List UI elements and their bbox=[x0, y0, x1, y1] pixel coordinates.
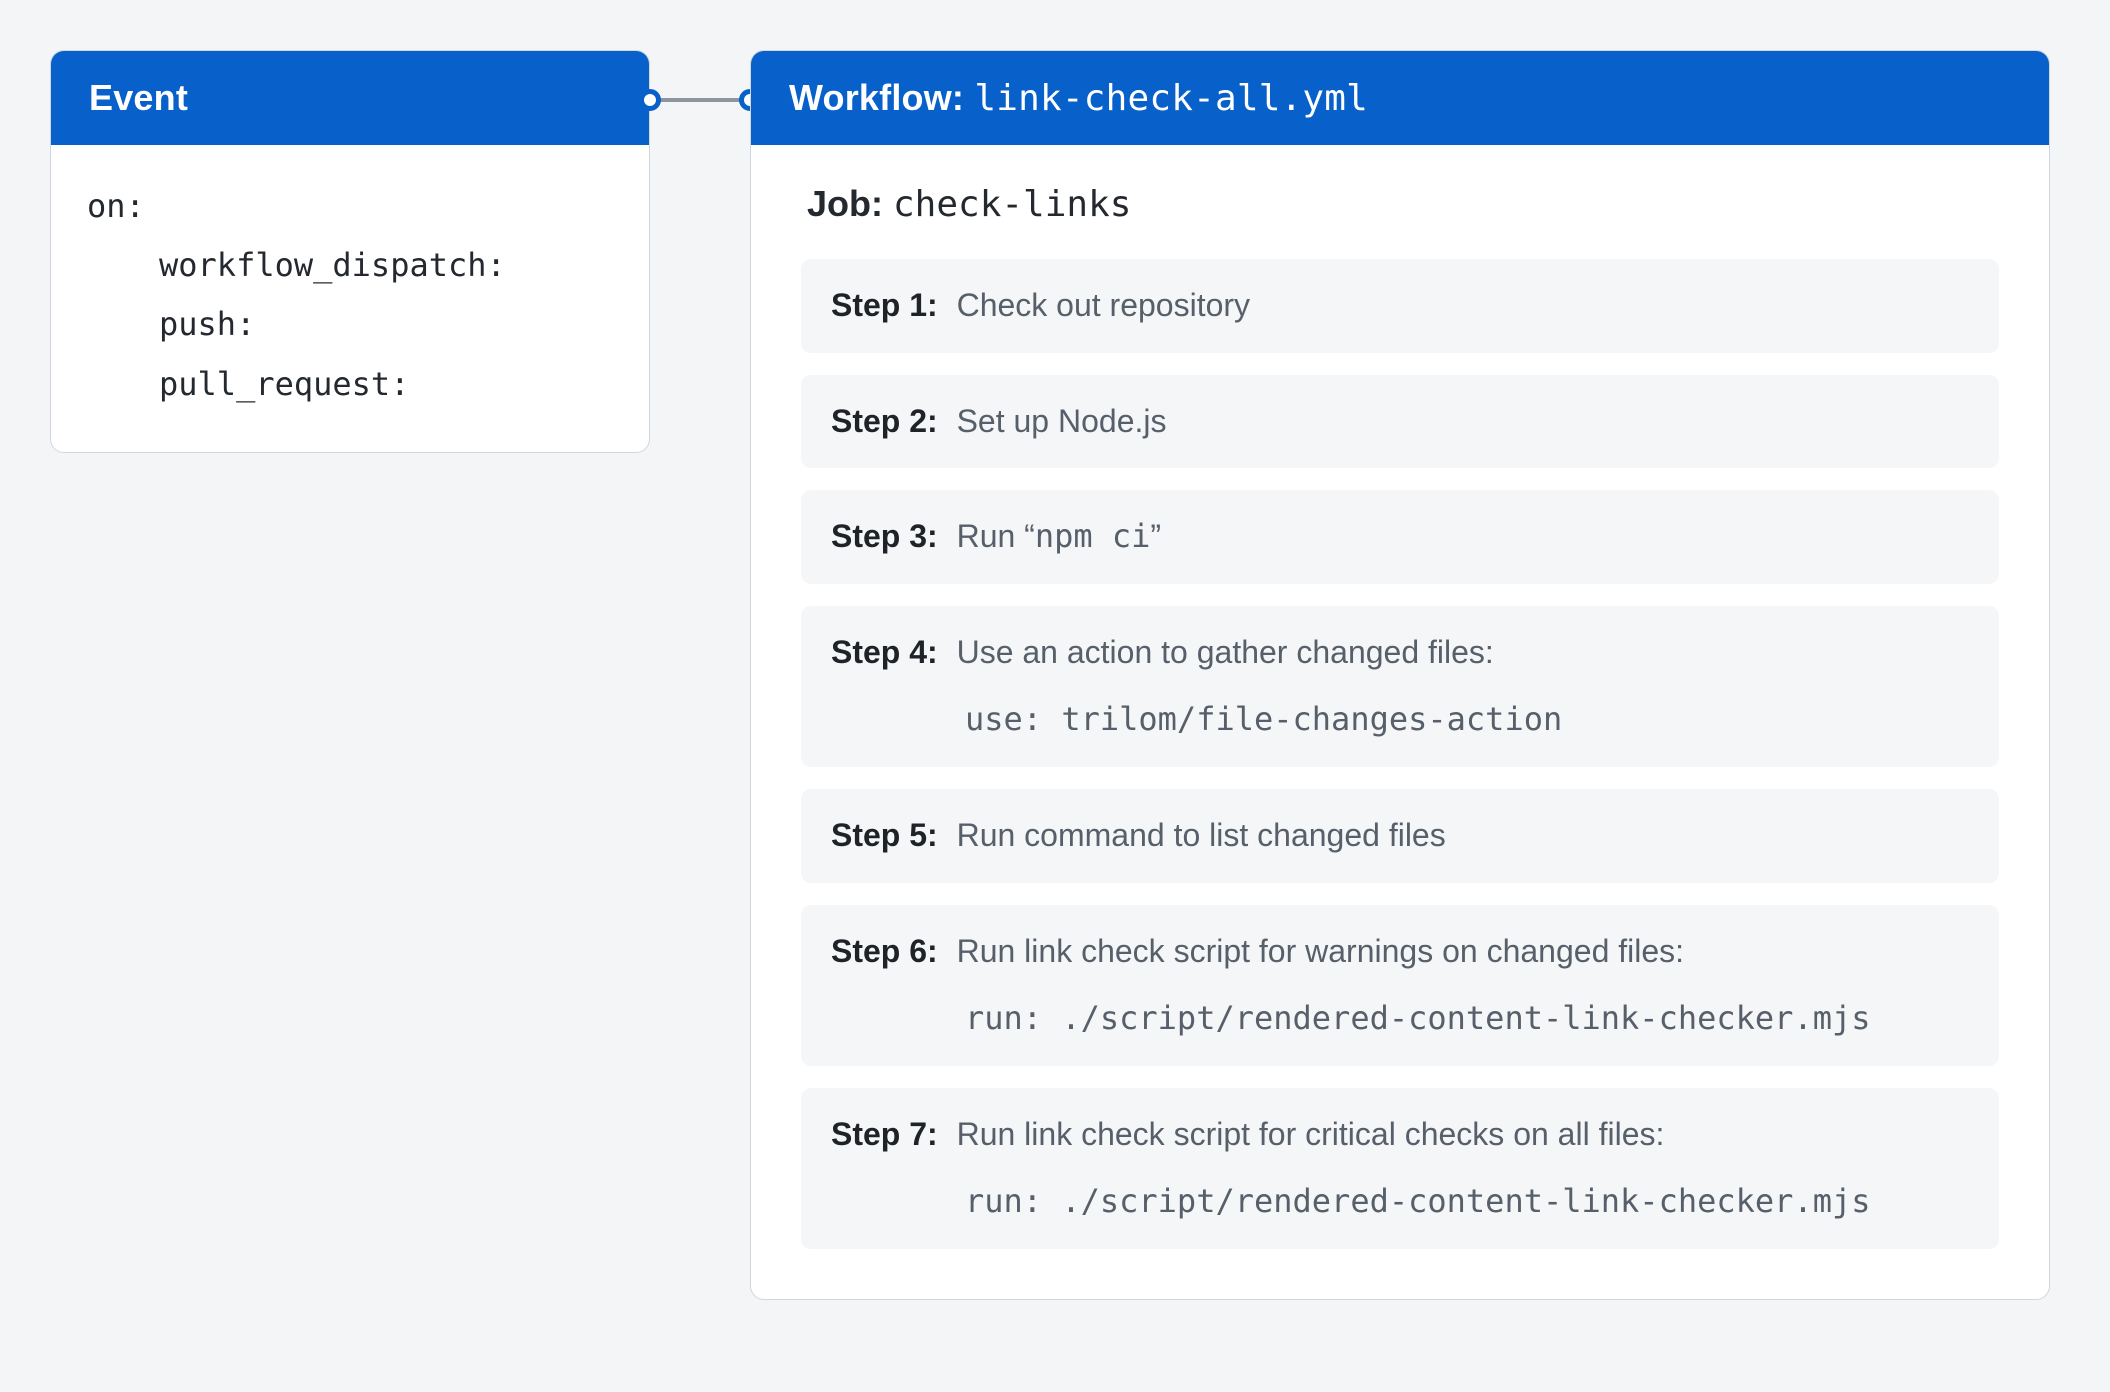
event-on-key: on: bbox=[87, 177, 613, 236]
step-code: npm ci bbox=[1035, 517, 1151, 555]
connector-line bbox=[660, 98, 740, 102]
step-sub: use: trilom/file-changes-action bbox=[831, 695, 1969, 745]
event-trigger: pull_request: bbox=[87, 355, 613, 414]
step-box: Step 3: Run “npm ci” bbox=[801, 490, 1999, 584]
step-label: Step 7: bbox=[831, 1116, 938, 1152]
event-card-body: on: workflow_dispatch: push: pull_reques… bbox=[51, 145, 649, 452]
job-label: Job: bbox=[807, 183, 893, 224]
step-text: Use an action to gather changed files: bbox=[957, 634, 1494, 670]
step-box: Step 7: Run link check script for critic… bbox=[801, 1088, 1999, 1249]
workflow-card: Workflow: link-check-all.yml Job: check-… bbox=[750, 50, 2050, 1300]
step-text: Check out repository bbox=[957, 287, 1250, 323]
step-text: Run link check script for warnings on ch… bbox=[957, 933, 1684, 969]
step-text-prefix: Run “ bbox=[957, 518, 1035, 554]
workflow-card-header: Workflow: link-check-all.yml bbox=[751, 51, 2049, 145]
diagram-canvas: Event on: workflow_dispatch: push: pull_… bbox=[50, 50, 2060, 1342]
step-label: Step 3: bbox=[831, 518, 938, 554]
event-trigger: workflow_dispatch: bbox=[87, 236, 613, 295]
step-label: Step 5: bbox=[831, 817, 938, 853]
job-line: Job: check-links bbox=[801, 183, 1999, 225]
step-text: Run link check script for critical check… bbox=[957, 1116, 1665, 1152]
workflow-title-label: Workflow: bbox=[789, 77, 974, 118]
step-text: Set up Node.js bbox=[957, 403, 1167, 439]
event-card-header: Event bbox=[51, 51, 649, 145]
job-value: check-links bbox=[893, 184, 1131, 225]
event-title: Event bbox=[89, 77, 188, 118]
connector bbox=[650, 100, 750, 101]
step-label: Step 6: bbox=[831, 933, 938, 969]
workflow-card-body: Job: check-links Step 1: Check out repos… bbox=[751, 145, 2049, 1299]
step-label: Step 4: bbox=[831, 634, 938, 670]
workflow-title-value: link-check-all.yml bbox=[974, 78, 1368, 119]
step-sub: run: ./script/rendered-content-link-chec… bbox=[831, 1177, 1969, 1227]
step-text-suffix: ” bbox=[1150, 518, 1161, 554]
step-text: Run command to list changed files bbox=[957, 817, 1446, 853]
event-card: Event on: workflow_dispatch: push: pull_… bbox=[50, 50, 650, 453]
step-box: Step 5: Run command to list changed file… bbox=[801, 789, 1999, 883]
step-label: Step 1: bbox=[831, 287, 938, 323]
step-box: Step 6: Run link check script for warnin… bbox=[801, 905, 1999, 1066]
step-box: Step 4: Use an action to gather changed … bbox=[801, 606, 1999, 767]
step-box: Step 2: Set up Node.js bbox=[801, 375, 1999, 469]
step-sub: run: ./script/rendered-content-link-chec… bbox=[831, 994, 1969, 1044]
step-box: Step 1: Check out repository bbox=[801, 259, 1999, 353]
step-label: Step 2: bbox=[831, 403, 938, 439]
event-trigger: push: bbox=[87, 295, 613, 354]
